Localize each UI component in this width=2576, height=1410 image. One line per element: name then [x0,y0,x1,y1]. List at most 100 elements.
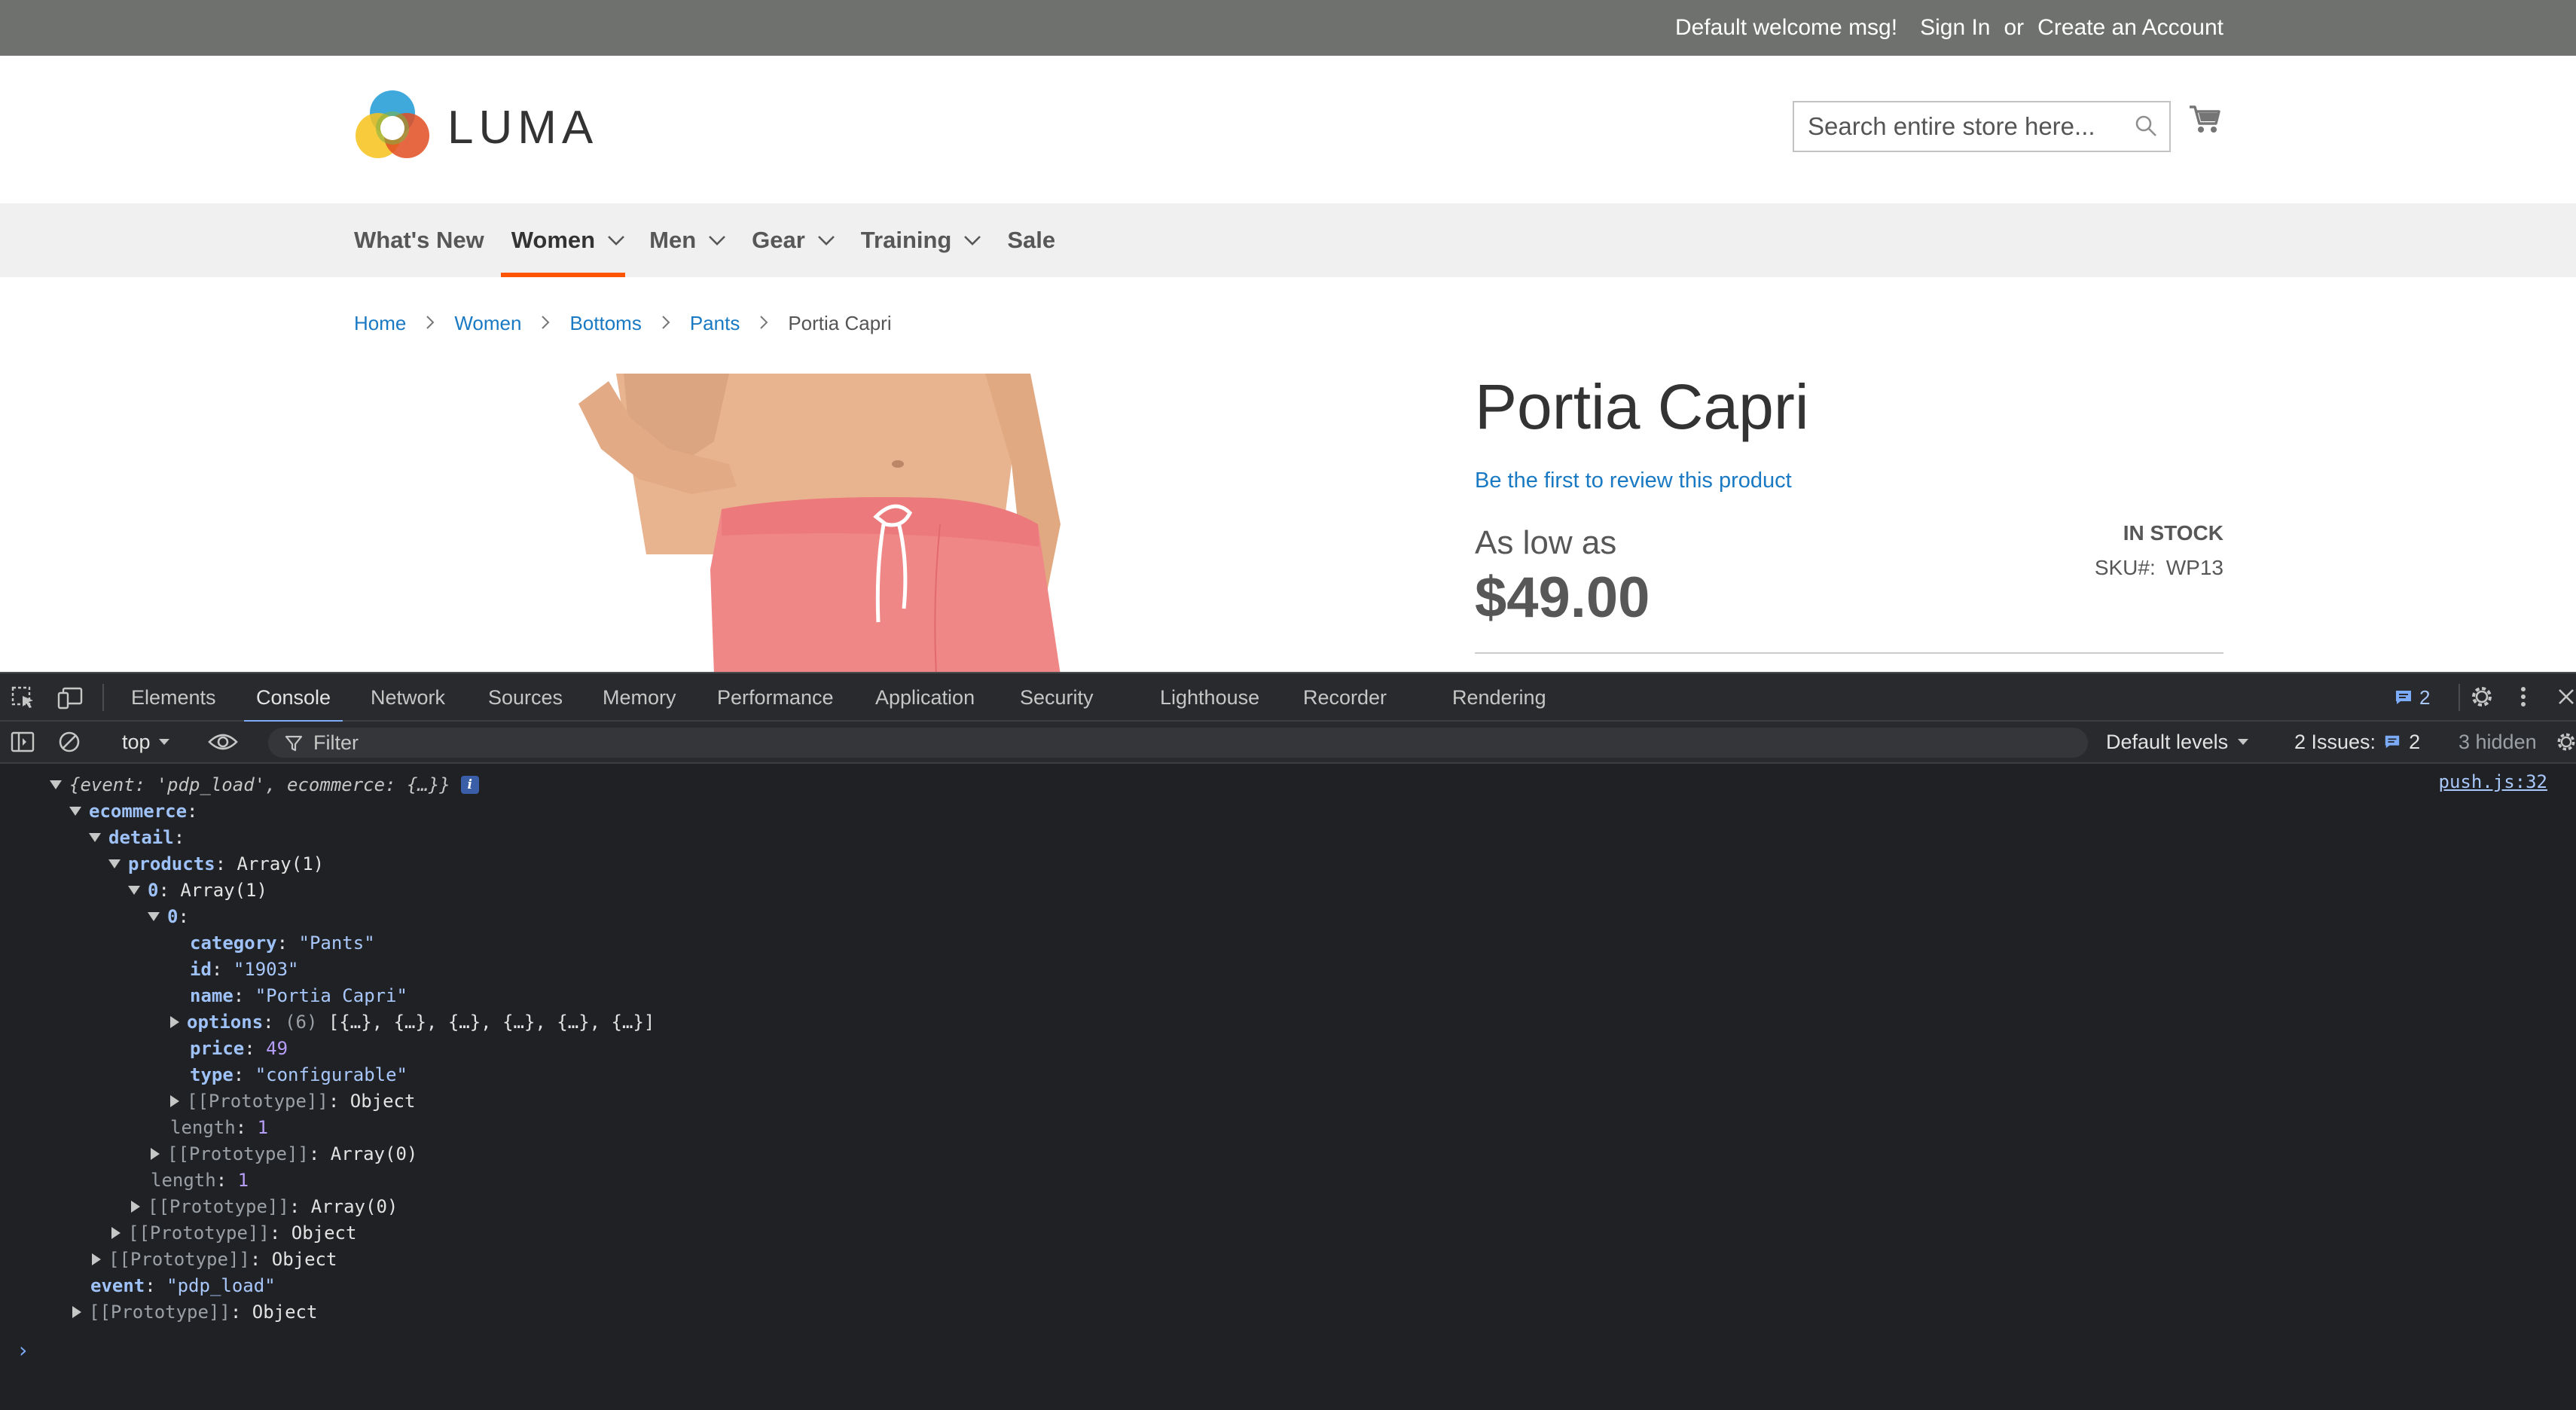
sku-label: SKU#: [2094,556,2156,579]
toolbar-divider [102,684,104,711]
tab-security[interactable]: Security [1020,673,1094,722]
tab-elements[interactable]: Elements [131,673,216,722]
expand-arrow-icon[interactable] [128,886,140,895]
breadcrumb-bottoms[interactable]: Bottoms [569,312,641,335]
devtools-tabbar: Elements Console Network Sources Memory … [0,672,2576,723]
tree-row-prototype[interactable]: [[Prototype]]: Object [92,1247,337,1272]
tree-row-prototype[interactable]: [[Prototype]]: Object [111,1220,356,1246]
tree-row-length: length: 1 [151,1170,249,1191]
luma-logo[interactable]: LUMA [354,89,598,166]
gear-icon[interactable] [2469,684,2495,710]
collapse-arrow-icon[interactable] [92,1253,101,1265]
top-header-bar: Default welcome msg! Sign In or Create a… [0,0,2576,56]
collapse-arrow-icon[interactable] [170,1095,179,1107]
expand-arrow-icon[interactable] [50,780,62,789]
nav-item-sale[interactable]: Sale [1007,203,1055,277]
tab-console[interactable]: Console [243,673,343,723]
breadcrumb-women[interactable]: Women [454,312,521,335]
nav-item-women[interactable]: Women [500,203,626,277]
console-prompt[interactable]: › [17,1338,29,1363]
filter-input[interactable]: Filter [268,728,2088,758]
tree-row-detail[interactable]: detail: [89,825,185,850]
clear-console-icon[interactable] [57,730,81,754]
tree-key: length [170,1117,236,1138]
collapse-arrow-icon[interactable] [111,1227,121,1239]
tab-application[interactable]: Application [875,673,975,722]
log-summary-row[interactable]: {event: 'pdp_load', ecommerce: {…}} i [50,772,479,798]
expand-arrow-icon[interactable] [89,833,101,842]
tree-key: detail [108,827,174,848]
chevron-down-icon [964,236,981,246]
nav-item-label: Sale [1007,227,1056,253]
collapse-arrow-icon[interactable] [72,1306,81,1318]
product-image[interactable] [578,374,1079,672]
summary-ecom-val: {…} [406,774,440,795]
context-selector[interactable]: top [122,722,170,762]
create-account-link[interactable]: Create an Account [2037,15,2223,41]
close-icon[interactable] [2556,687,2576,707]
tree-row-prototype[interactable]: [[Prototype]]: Array(0) [151,1141,417,1167]
tree-row-prototype[interactable]: [[Prototype]]: Array(0) [131,1194,398,1219]
nav-item-training[interactable]: Training [861,203,982,277]
inspect-element-icon[interactable] [11,685,36,710]
tree-row-index-0[interactable]: 0: Array(1) [128,877,267,903]
tree-row-ecommerce[interactable]: ecommerce: [69,798,198,824]
tree-row-products[interactable]: products: Array(1) [108,851,324,877]
device-toolbar-icon[interactable] [57,685,84,710]
collapse-arrow-icon[interactable] [170,1016,179,1028]
tree-row-category: category: "Pants" [190,932,375,954]
nav-item-label: Gear [752,227,805,253]
tab-recorder[interactable]: Recorder [1303,673,1387,722]
message-icon [2396,691,2411,704]
collapse-arrow-icon[interactable] [151,1148,160,1160]
tree-row-prototype[interactable]: [[Prototype]]: Object [170,1088,415,1114]
summary-event-val: 'pdp_load' [156,774,266,795]
expand-arrow-icon[interactable] [108,859,121,868]
nav-item-what-s-new[interactable]: What's New [354,203,484,277]
tree-row-inner-0[interactable]: 0: [148,904,189,929]
breadcrumb-pants[interactable]: Pants [690,312,740,335]
search-box [1793,101,2171,152]
sidebar-toggle-icon[interactable] [11,731,35,753]
search-icon[interactable] [2135,114,2157,141]
tree-row-length: length: 1 [170,1117,269,1138]
log-levels-value: Default levels [2106,730,2229,753]
more-options-icon[interactable] [2519,684,2528,710]
collapse-arrow-icon[interactable] [131,1201,140,1213]
expand-arrow-icon[interactable] [148,912,160,921]
cart-icon[interactable] [2188,104,2221,138]
tab-lighthouse[interactable]: Lighthouse [1160,673,1259,722]
search-input[interactable] [1794,102,2126,151]
tree-value: 49 [266,1038,288,1059]
sku-value: WP13 [2165,556,2223,579]
review-link[interactable]: Be the first to review this product [1475,468,1792,493]
tree-row-prototype[interactable]: [[Prototype]]: Object [72,1299,317,1325]
console-settings-gear-icon[interactable] [2555,731,2576,753]
expand-arrow-icon[interactable] [69,807,81,816]
welcome-message: Default welcome msg! [1674,15,1898,40]
tab-memory[interactable]: Memory [603,673,676,722]
tab-performance[interactable]: Performance [717,673,834,722]
messages-counter[interactable]: 2 [2394,684,2430,711]
tab-sources[interactable]: Sources [488,673,563,722]
tab-network[interactable]: Network [371,673,445,722]
breadcrumb-home[interactable]: Home [354,312,406,335]
tree-key: options [187,1012,264,1033]
tab-rendering[interactable]: Rendering [1452,673,1546,722]
chevron-right-icon [661,312,670,335]
log-levels-dropdown[interactable]: Default levels [2106,722,2249,762]
nav-item-gear[interactable]: Gear [752,203,835,277]
tree-row-type: type: "configurable" [190,1064,407,1085]
source-link[interactable]: push.js:32 [2439,771,2548,792]
issues-button[interactable]: 2 Issues: 2 [2294,722,2420,762]
tree-row-name: name: "Portia Capri" [190,985,407,1006]
nav-item-men[interactable]: Men [649,203,726,277]
sign-in-link[interactable]: Sign In [1920,15,1990,41]
tree-value: Array(0) [310,1196,398,1217]
product-title: Portia Capri [1475,371,1809,442]
tree-row-options[interactable]: options: (6) [{…}, {…}, {…}, {…}, {…}, {… [170,1009,655,1035]
info-icon[interactable]: i [460,776,479,794]
eye-icon[interactable] [208,731,238,752]
stock-status: IN STOCK [2123,521,2223,545]
tree-count: (6) [285,1012,318,1033]
